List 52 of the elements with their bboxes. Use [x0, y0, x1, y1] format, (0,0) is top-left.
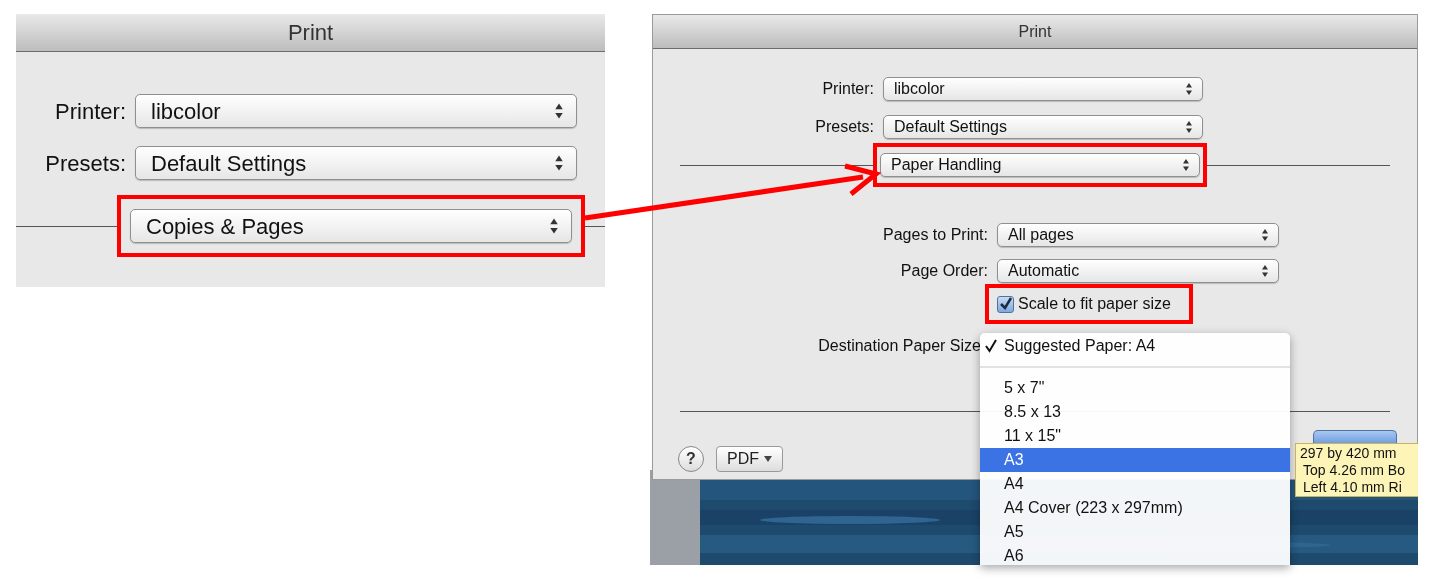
menu-item[interactable]: A3: [980, 448, 1290, 472]
menu-item[interactable]: 11 x 15": [980, 424, 1290, 448]
menu-item[interactable]: A4 Cover (223 x 297mm): [980, 496, 1290, 520]
field-label: Pages to Print:: [882, 225, 988, 245]
popup-value: Default Settings: [151, 149, 307, 178]
up-down-arrows-icon: [549, 217, 559, 235]
popup-menu[interactable]: Automatic: [997, 259, 1279, 283]
field-label: Presets:: [814, 117, 874, 137]
field-label: Printer:: [821, 79, 874, 99]
up-down-arrows-icon: [1182, 158, 1190, 172]
popup-menu[interactable]: libcolor: [135, 94, 577, 128]
window-title: Print: [1018, 21, 1052, 42]
tooltip-text: Top 4.26 mm Bo: [1302, 461, 1406, 479]
up-down-arrows-icon: [554, 154, 564, 172]
tooltip-text: Left 4.10 mm Ri: [1302, 478, 1403, 496]
popup-menu[interactable]: Default Settings: [135, 146, 577, 180]
check-icon: [984, 339, 998, 353]
popup-menu[interactable]: All pages: [997, 223, 1279, 247]
field-label: Page Order:: [899, 261, 988, 281]
popup-value: All pages: [1008, 225, 1074, 245]
tooltip-text: 297 by 420 mm: [1300, 444, 1398, 462]
field-label: Presets:: [44, 149, 126, 178]
popup-menu[interactable]: libcolor: [883, 77, 1203, 101]
pdf-button[interactable]: PDF: [716, 446, 783, 472]
checkbox-label: Scale to fit paper size: [1018, 294, 1171, 314]
popup-menu[interactable]: Copies & Pages: [130, 209, 572, 243]
popup-value: libcolor: [151, 97, 221, 126]
up-down-arrows-icon: [1185, 120, 1193, 134]
menu-item[interactable]: A6: [980, 544, 1290, 565]
menu-item[interactable]: Suggested Paper: A4: [980, 334, 1290, 358]
up-down-arrows-icon: [1261, 264, 1269, 278]
popup-value: libcolor: [894, 79, 945, 99]
caret-icon: [764, 456, 772, 462]
popup-value: Paper Handling: [891, 155, 1002, 175]
popup-value: Default Settings: [894, 117, 1007, 137]
menu-item[interactable]: 8.5 x 13: [980, 400, 1290, 424]
up-down-arrows-icon: [1261, 228, 1269, 242]
up-down-arrows-icon: [1185, 82, 1193, 96]
popup-value: Copies & Pages: [146, 212, 304, 241]
window-title: Print: [287, 19, 334, 47]
menu-item[interactable]: 5 x 7": [980, 376, 1290, 400]
popup-menu[interactable]: Paper Handling: [880, 153, 1200, 177]
up-down-arrows-icon: [554, 102, 564, 120]
popup-menu[interactable]: Default Settings: [883, 115, 1203, 139]
help-button[interactable]: ?: [678, 446, 704, 472]
field-label: Printer:: [54, 97, 126, 126]
popup-value: Automatic: [1008, 261, 1080, 281]
menu-item[interactable]: A4: [980, 472, 1290, 496]
menu-item[interactable]: A5: [980, 520, 1290, 544]
checkbox[interactable]: [997, 295, 1014, 313]
default-button[interactable]: [1313, 430, 1397, 444]
field-label: Destination Paper Size: [817, 336, 981, 356]
